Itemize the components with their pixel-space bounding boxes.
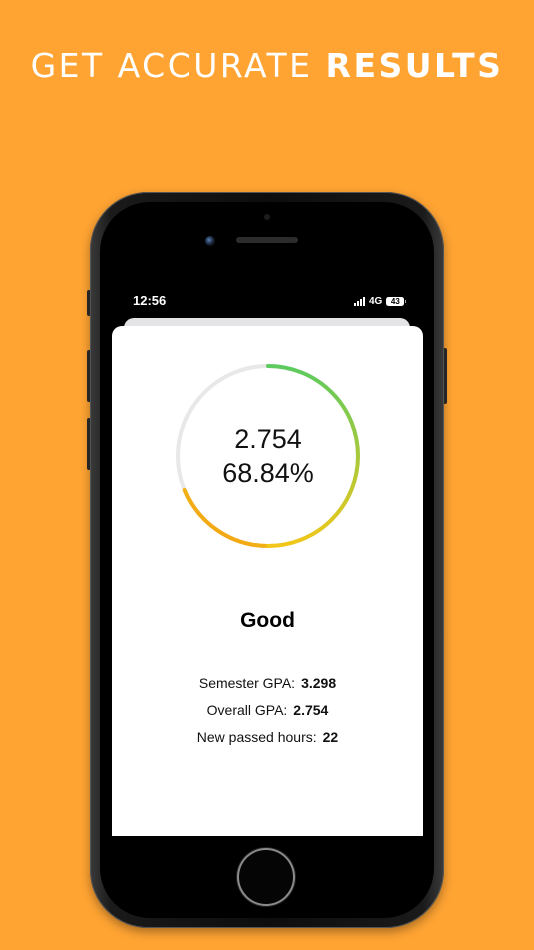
headline-bold: RESULTS <box>325 46 504 85</box>
gauge-gpa-value: 2.754 <box>234 424 302 454</box>
gpa-rating: Good <box>240 609 295 632</box>
semester-gpa-value: 3.298 <box>301 675 337 691</box>
headline: GET ACCURATE RESULTS <box>0 46 534 85</box>
gauge-arc-upper <box>266 364 360 548</box>
semester-gpa-label: Semester GPA: <box>198 675 296 691</box>
gauge-percentage: 68.84% <box>222 458 314 488</box>
overall-gpa-label: Overall GPA: <box>206 702 288 718</box>
home-button[interactable] <box>239 850 293 904</box>
passed-hours-label: New passed hours: <box>196 729 317 745</box>
overall-gpa-row: Overall GPA: 2.754 <box>112 702 423 718</box>
battery-icon: 43 <box>386 296 407 306</box>
gauge-arc-lower <box>182 487 270 548</box>
cell-signal-icon <box>354 296 365 306</box>
network-type: 4G <box>369 295 383 307</box>
proximity-sensor <box>264 214 270 220</box>
passed-hours-value: 22 <box>322 729 339 745</box>
passed-hours-row: New passed hours: 22 <box>112 729 423 745</box>
gpa-gauge <box>176 364 360 548</box>
headline-regular: GET ACCURATE <box>30 46 313 85</box>
front-camera-icon <box>205 236 215 246</box>
status-time: 12:56 <box>133 293 167 308</box>
overall-gpa-value: 2.754 <box>293 702 329 718</box>
semester-gpa-row: Semester GPA: 3.298 <box>112 675 423 691</box>
status-indicators: 4G 43 <box>354 293 407 309</box>
earpiece-speaker <box>236 237 298 243</box>
